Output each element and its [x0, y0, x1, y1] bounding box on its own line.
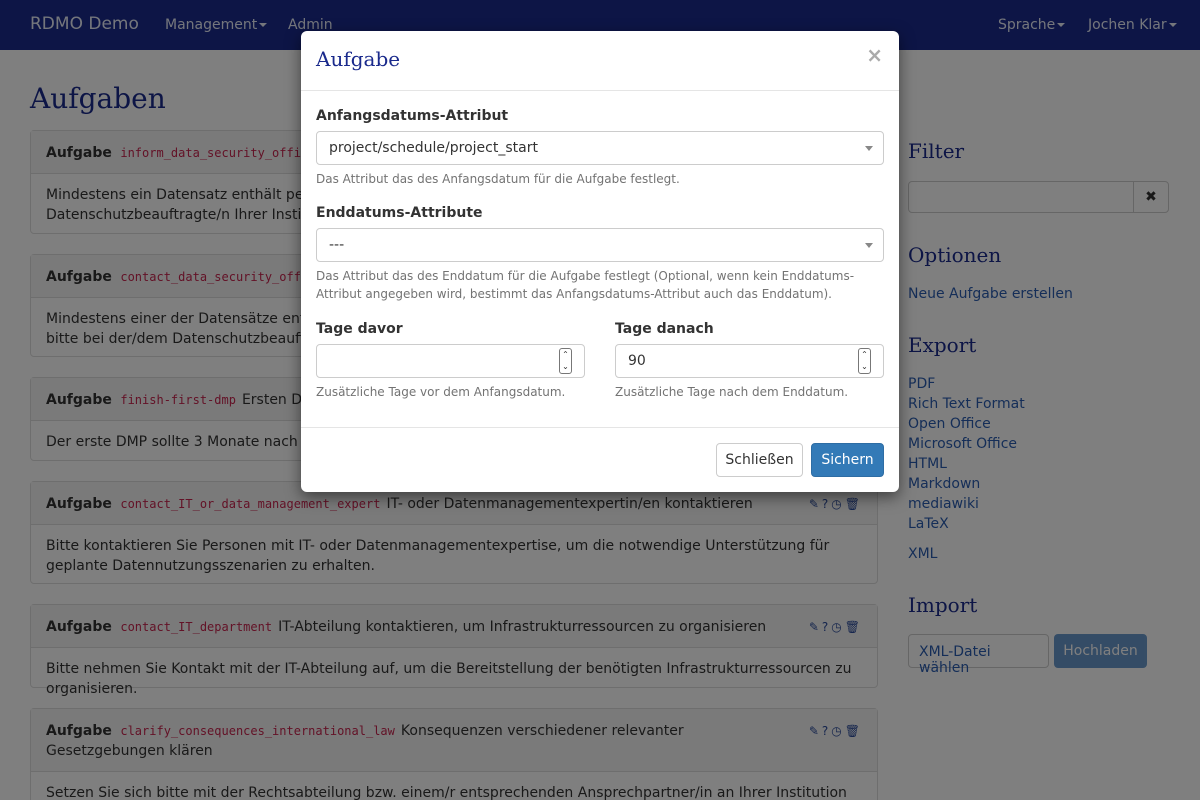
task-modal: Aufgabe × Anfangsdatums-Attribut project…	[301, 31, 899, 492]
start-date-value: project/schedule/project_start	[329, 140, 538, 156]
number-stepper[interactable]: ⌃ ⌄	[559, 348, 572, 374]
days-after-value: 90	[628, 353, 646, 369]
end-date-select[interactable]: ---	[316, 228, 884, 262]
save-button[interactable]: Sichern	[811, 443, 884, 477]
days-before-help: Zusätzliche Tage vor dem Anfangsdatum.	[316, 385, 566, 399]
close-button[interactable]: Schließen	[716, 443, 803, 477]
close-icon[interactable]: ×	[866, 43, 883, 67]
days-before-label: Tage davor	[316, 321, 403, 337]
days-before-input[interactable]: ⌃ ⌄	[316, 344, 585, 378]
modal-title: Aufgabe	[316, 47, 401, 71]
start-date-select[interactable]: project/schedule/project_start	[316, 131, 884, 165]
chevron-down-icon	[865, 243, 873, 248]
end-date-value: ---	[329, 237, 345, 253]
divider	[301, 90, 899, 91]
start-date-label: Anfangsdatums-Attribut	[316, 108, 509, 124]
chevron-down-icon	[865, 146, 873, 151]
start-date-help: Das Attribut das des Anfangsdatum für di…	[316, 172, 680, 186]
end-date-help: Das Attribut das des Enddatum für die Au…	[316, 269, 855, 301]
days-after-help: Zusätzliche Tage nach dem Enddatum.	[615, 385, 849, 399]
divider	[301, 427, 899, 428]
days-after-label: Tage danach	[615, 321, 714, 337]
days-after-input[interactable]: 90 ⌃ ⌄	[615, 344, 884, 378]
number-stepper[interactable]: ⌃ ⌄	[858, 348, 871, 374]
end-date-label: Enddatums-Attribute	[316, 205, 483, 221]
